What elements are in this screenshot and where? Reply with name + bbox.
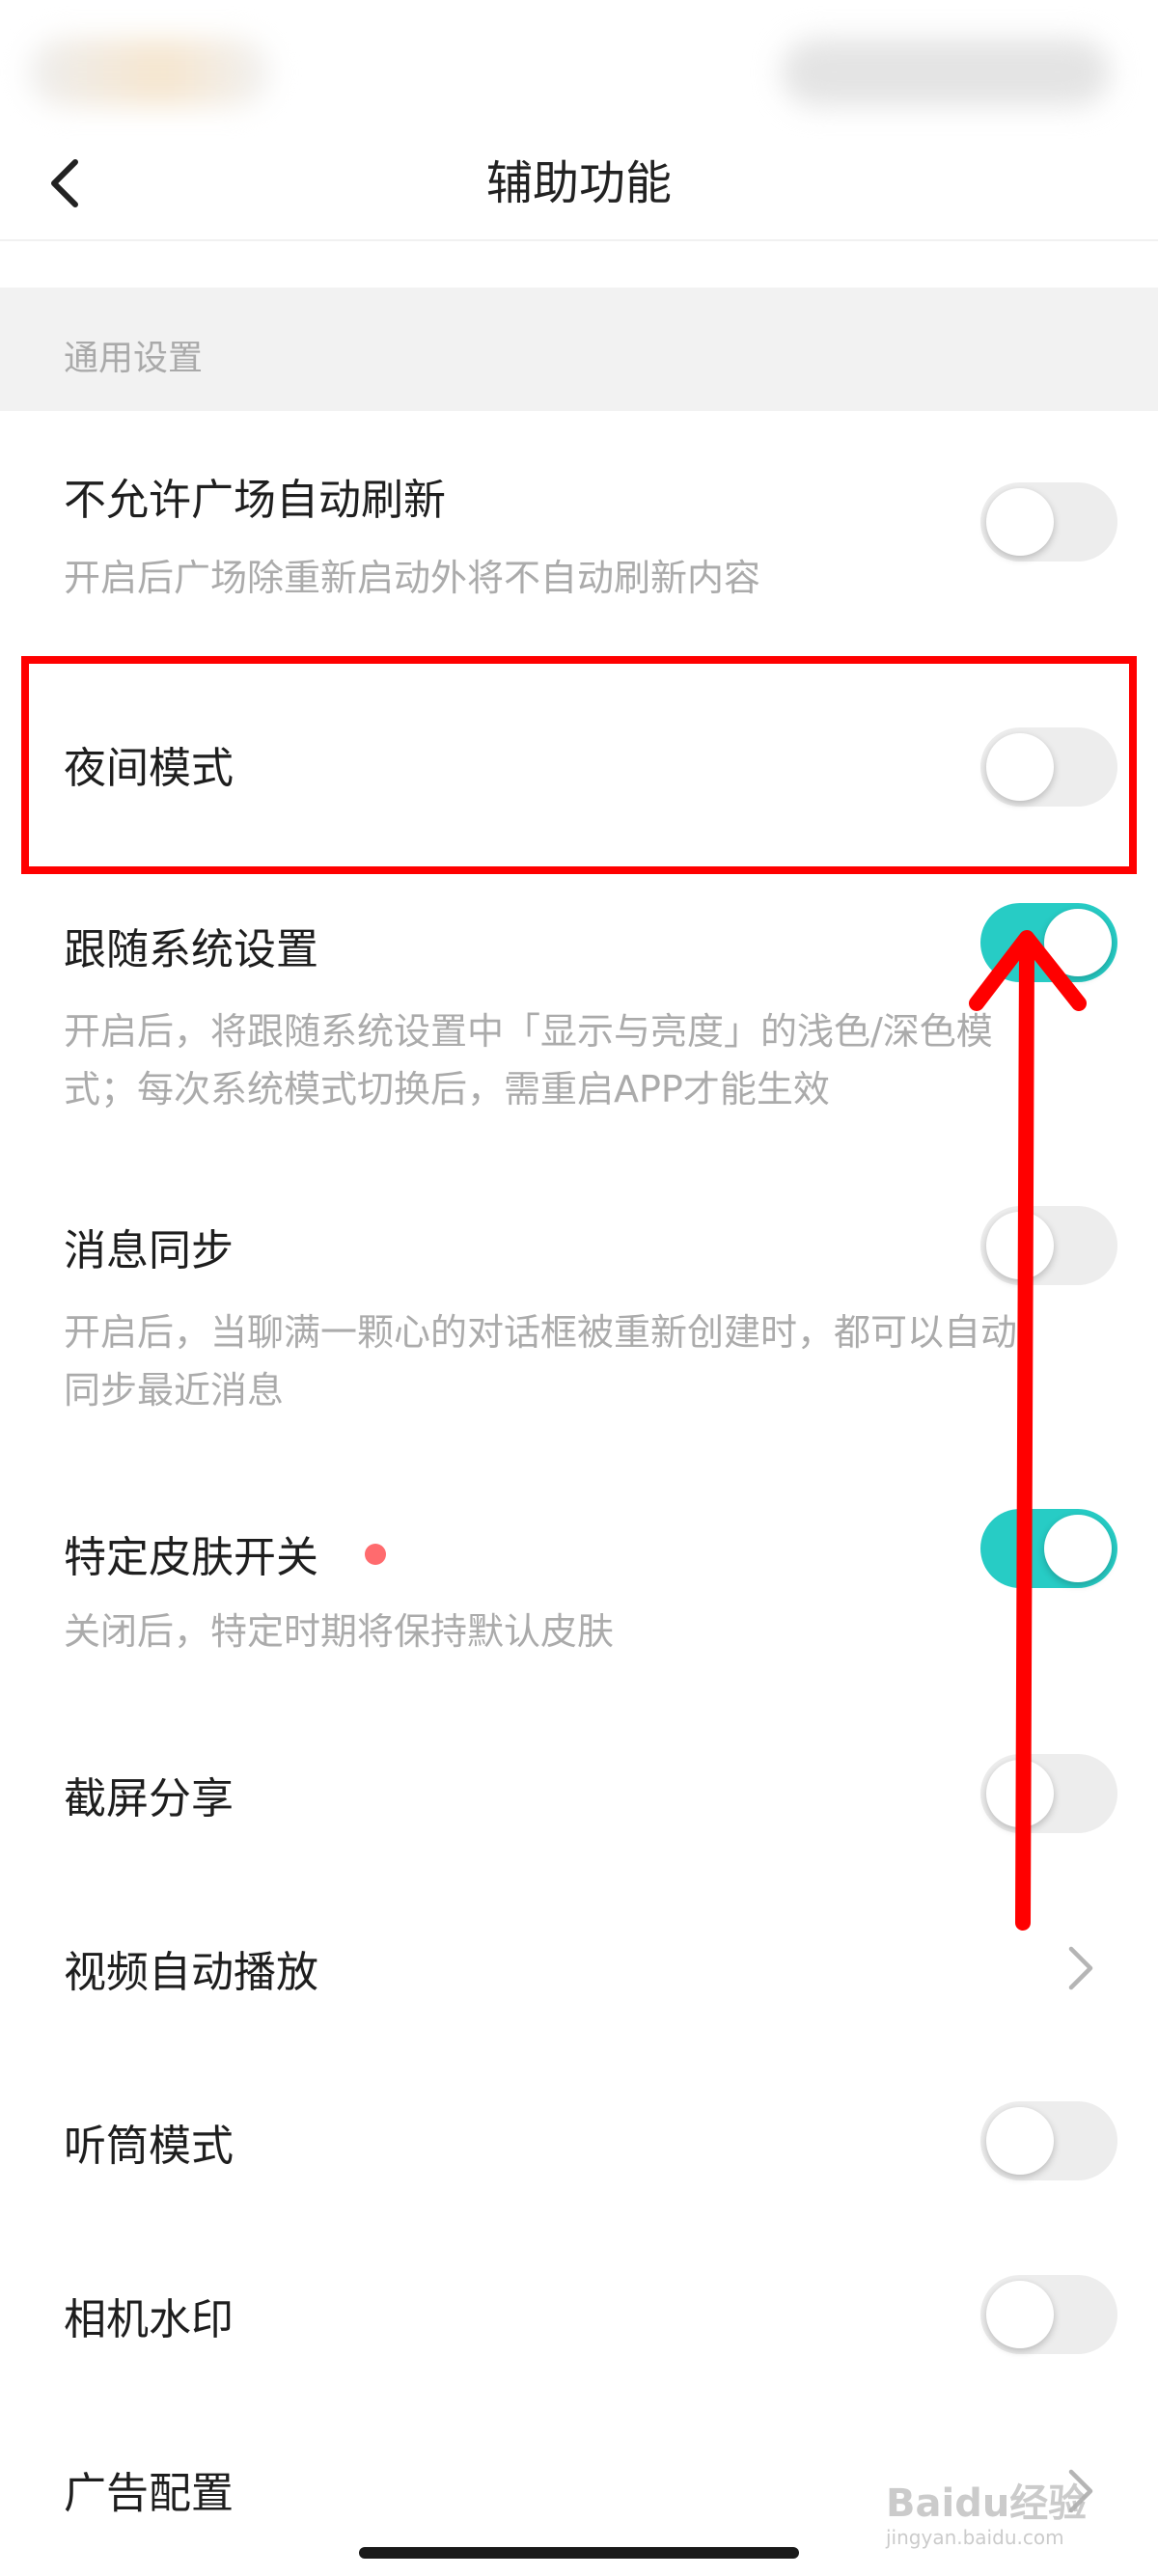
section-title: 通用设置 bbox=[64, 339, 204, 378]
earpiece-mode-toggle[interactable] bbox=[980, 2101, 1117, 2180]
message-sync-toggle[interactable] bbox=[980, 1206, 1117, 1285]
setting-title: 截屏分享 bbox=[64, 1774, 234, 1823]
baidu-watermark-logo: Baidu经验 jingyan.baidu.com bbox=[886, 2472, 1146, 2549]
camera-watermark-toggle[interactable] bbox=[980, 2275, 1117, 2354]
setting-row-camera-watermark: 相机水印 bbox=[0, 2267, 1158, 2402]
watermark-subtext: jingyan.baidu.com bbox=[886, 2526, 1064, 2549]
page-title: 辅助功能 bbox=[485, 156, 672, 210]
setting-description-line-2: 同步最近消息 bbox=[64, 1369, 285, 1411]
special-skin-toggle[interactable] bbox=[980, 1509, 1117, 1588]
setting-title: 特定皮肤开关 bbox=[64, 1533, 318, 1582]
navigation-bar: 辅助功能 bbox=[0, 125, 1158, 241]
status-bar-right-blurred bbox=[782, 39, 1110, 106]
annotation-highlight-box bbox=[21, 656, 1137, 874]
setting-title: 视频自动播放 bbox=[64, 1948, 318, 1997]
toggle-knob bbox=[986, 2107, 1054, 2175]
setting-description: 开启后广场除重新启动外将不自动刷新内容 bbox=[64, 557, 761, 599]
setting-title: 听筒模式 bbox=[64, 2122, 234, 2171]
toggle-knob bbox=[1044, 1515, 1112, 1582]
follow-system-toggle[interactable] bbox=[980, 903, 1117, 982]
setting-description-line-1: 开启后，当聊满一颗心的对话框被重新创建时，都可以自动 bbox=[64, 1311, 1018, 1354]
setting-row-message-sync: 消息同步 开启后，当聊满一颗心的对话框被重新创建时，都可以自动 同步最近消息 bbox=[0, 1196, 1158, 1428]
toggle-knob bbox=[986, 488, 1054, 556]
toggle-knob bbox=[986, 2281, 1054, 2348]
setting-title: 不允许广场自动刷新 bbox=[64, 476, 446, 525]
status-bar bbox=[0, 0, 1158, 125]
setting-row-video-autoplay[interactable]: 视频自动播放 bbox=[0, 1920, 1158, 2055]
setting-title: 跟随系统设置 bbox=[64, 925, 318, 974]
watermark-text: Baidu经验 bbox=[886, 2481, 1088, 2526]
setting-row-special-skin: 特定皮肤开关 关闭后，特定时期将保持默认皮肤 bbox=[0, 1505, 1158, 1698]
screenshot-share-toggle[interactable] bbox=[980, 1754, 1117, 1833]
setting-row-follow-system: 跟随系统设置 开启后，将跟随系统设置中「显示与亮度」的浅色/深色模 式；每次系统… bbox=[0, 888, 1158, 1129]
toggle-knob bbox=[1044, 909, 1112, 976]
toggle-knob bbox=[986, 1212, 1054, 1279]
setting-title: 消息同步 bbox=[64, 1226, 234, 1275]
chevron-right-icon bbox=[1068, 1946, 1093, 1990]
home-indicator[interactable] bbox=[359, 2547, 799, 2559]
new-badge-dot bbox=[365, 1544, 386, 1565]
setting-description-line-1: 开启后，将跟随系统设置中「显示与亮度」的浅色/深色模 bbox=[64, 1010, 993, 1053]
status-bar-left-blurred bbox=[29, 39, 270, 106]
setting-description-line-2: 式；每次系统模式切换后，需重启APP才能生效 bbox=[64, 1068, 830, 1110]
toggle-knob bbox=[986, 1760, 1054, 1827]
section-header: 通用设置 bbox=[0, 288, 1158, 411]
setting-title: 相机水印 bbox=[64, 2295, 234, 2344]
disable-auto-refresh-toggle[interactable] bbox=[980, 482, 1117, 562]
setting-row-screenshot-share: 截屏分享 bbox=[0, 1746, 1158, 1881]
setting-title: 广告配置 bbox=[64, 2469, 234, 2518]
setting-description: 关闭后，特定时期将保持默认皮肤 bbox=[64, 1610, 615, 1653]
setting-row-earpiece-mode: 听筒模式 bbox=[0, 2094, 1158, 2229]
setting-row-disable-auto-refresh: 不允许广场自动刷新 开启后广场除重新启动外将不自动刷新内容 bbox=[0, 453, 1158, 646]
